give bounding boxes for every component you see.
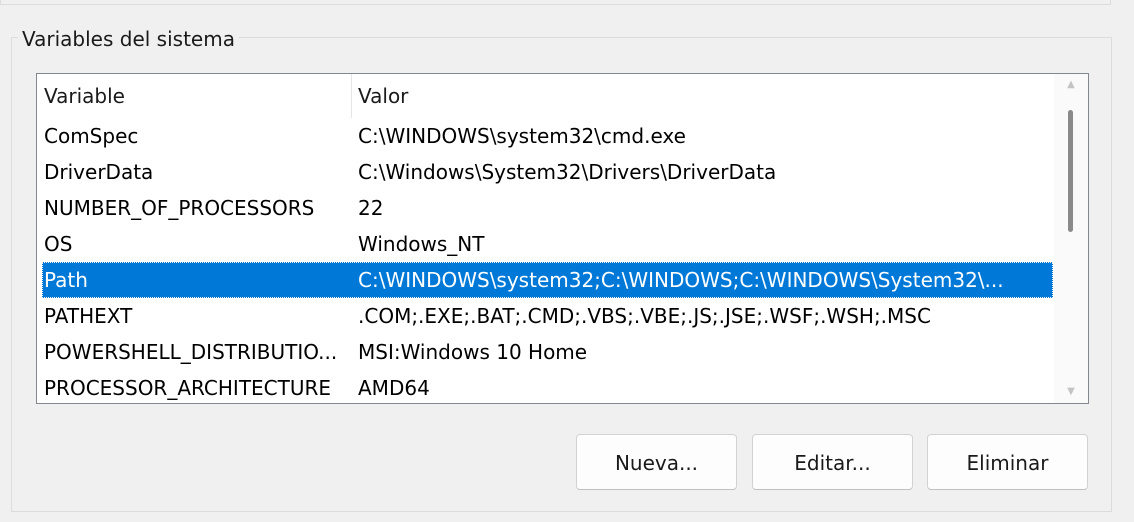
variable-name: NUMBER_OF_PROCESSORS [44, 196, 315, 220]
column-header-variable[interactable]: Variable [37, 74, 352, 118]
list-row-selected[interactable]: Path C:\WINDOWS\system32;C:\WINDOWS;C:\W… [42, 262, 1053, 298]
variable-value: 22 [358, 196, 384, 220]
variable-name: ComSpec [44, 124, 139, 148]
system-variables-list[interactable]: Variable Valor ComSpec C:\WINDOWS\system… [36, 73, 1089, 404]
list-rows: ComSpec C:\WINDOWS\system32\cmd.exe Driv… [37, 118, 1053, 403]
variable-name: OS [44, 232, 73, 256]
variable-name: PATHEXT [44, 304, 133, 328]
variable-value: Windows_NT [358, 232, 485, 256]
list-row[interactable]: PROCESSOR_ARCHITECTURE AMD64 [37, 370, 1053, 403]
edit-button[interactable]: Editar... [752, 434, 913, 490]
chevron-down-icon[interactable]: ▼ [1054, 381, 1088, 403]
delete-button[interactable]: Eliminar [927, 434, 1088, 490]
variable-value: AMD64 [358, 376, 430, 400]
variable-name: POWERSHELL_DISTRIBUTIO... [44, 340, 338, 364]
list-header: Variable Valor [37, 74, 1053, 118]
column-header-valor[interactable]: Valor [352, 74, 1053, 118]
group-title: Variables del sistema [18, 26, 239, 52]
variable-value: MSI:Windows 10 Home [358, 340, 588, 364]
user-variables-group-bottom-edge [0, 0, 1111, 5]
variable-name: PROCESSOR_ARCHITECTURE [44, 376, 332, 400]
variable-value: .COM;.EXE;.BAT;.CMD;.VBS;.VBE;.JS;.JSE;.… [358, 304, 931, 328]
variable-value: C:\WINDOWS\system32;C:\WINDOWS;C:\WINDOW… [358, 268, 1004, 292]
new-button[interactable]: Nueva... [576, 434, 737, 490]
chevron-up-icon[interactable]: ▲ [1054, 74, 1088, 96]
variable-value: C:\Windows\System32\Drivers\DriverData [358, 160, 777, 184]
scrollbar-thumb[interactable] [1068, 110, 1073, 232]
variable-name: Path [44, 268, 88, 292]
list-row[interactable]: POWERSHELL_DISTRIBUTIO... MSI:Windows 10… [37, 334, 1053, 370]
vertical-scrollbar[interactable]: ▲ ▼ [1054, 74, 1088, 403]
list-row[interactable]: DriverData C:\Windows\System32\Drivers\D… [37, 154, 1053, 190]
list-row[interactable]: OS Windows_NT [37, 226, 1053, 262]
list-row[interactable]: NUMBER_OF_PROCESSORS 22 [37, 190, 1053, 226]
list-row[interactable]: PATHEXT .COM;.EXE;.BAT;.CMD;.VBS;.VBE;.J… [37, 298, 1053, 334]
variable-name: DriverData [44, 160, 154, 184]
list-row[interactable]: ComSpec C:\WINDOWS\system32\cmd.exe [37, 118, 1053, 154]
variable-value: C:\WINDOWS\system32\cmd.exe [358, 124, 686, 148]
